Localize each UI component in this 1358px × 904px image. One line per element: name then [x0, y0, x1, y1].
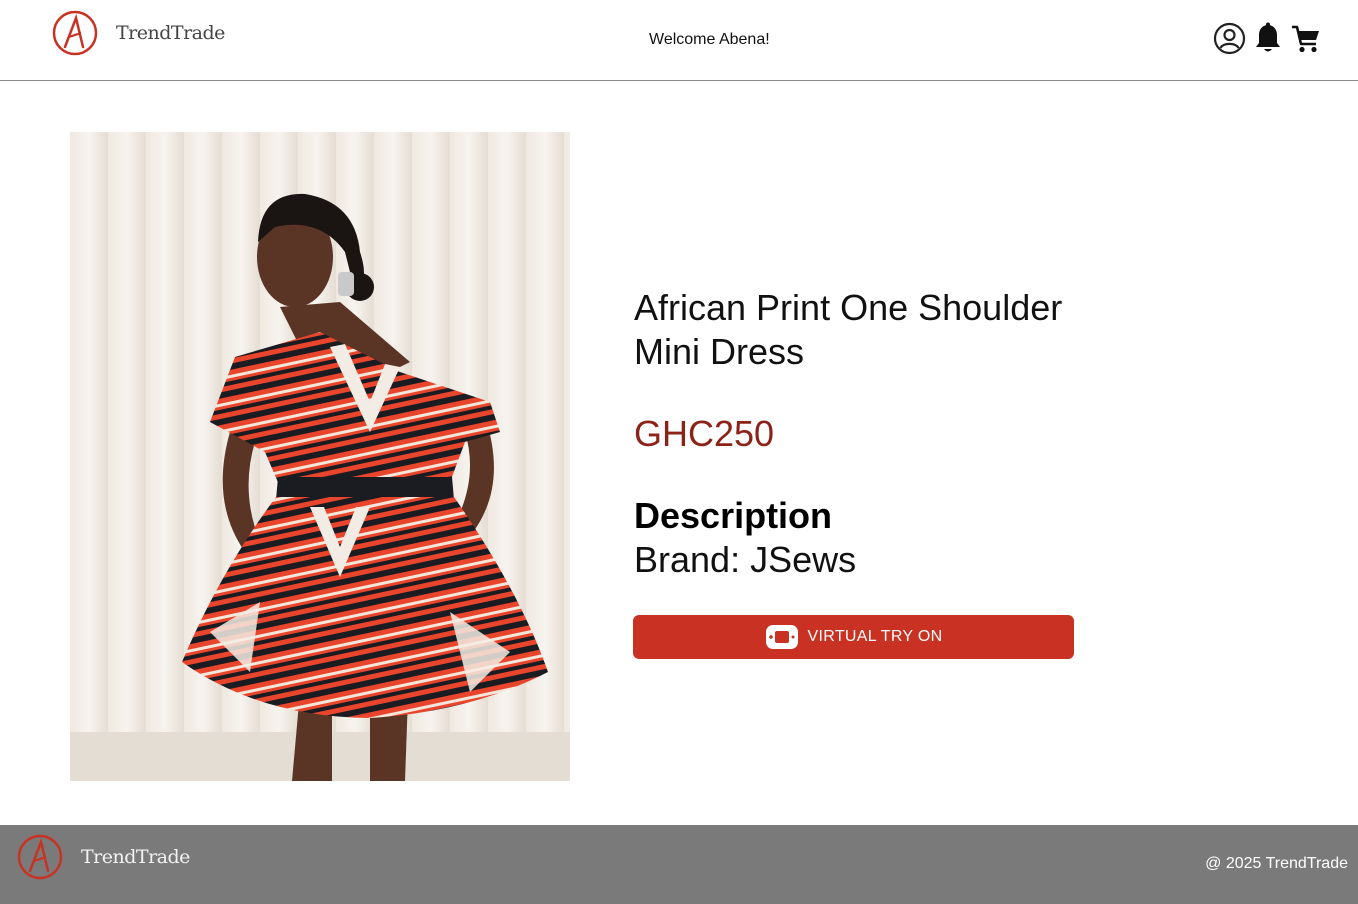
page-footer: TrendTrade @ 2025 TrendTrade: [0, 825, 1358, 904]
product-title: African Print One Shoulder Mini Dress: [634, 287, 1063, 372]
logo-icon: [17, 834, 63, 880]
footer-logo-text: TrendTrade: [81, 846, 190, 868]
bell-icon[interactable]: [1254, 22, 1282, 55]
brand-logo[interactable]: TrendTrade: [50, 9, 225, 57]
product-photo: [70, 132, 570, 781]
virtual-try-on-button[interactable]: VIRTUAL TRY ON: [633, 615, 1074, 659]
vr-headset-icon: [765, 625, 798, 649]
cart-icon[interactable]: [1290, 23, 1322, 55]
copyright-text: @ 2025 TrendTrade: [1205, 855, 1348, 872]
description-heading: Description: [634, 495, 833, 536]
product-price: GHC250: [634, 413, 775, 454]
welcome-message: Welcome Abena!: [649, 31, 770, 48]
product-brand: Brand: JSews: [634, 539, 857, 580]
product-details: African Print One Shoulder Mini Dress GH…: [634, 286, 1094, 582]
virtual-try-on-label: VIRTUAL TRY ON: [807, 628, 943, 645]
logo-text: TrendTrade: [116, 22, 225, 44]
header-actions: [1213, 22, 1322, 55]
user-circle-icon[interactable]: [1213, 22, 1246, 55]
logo-icon: [52, 10, 98, 56]
footer-logo[interactable]: TrendTrade: [15, 833, 190, 881]
top-header: TrendTrade Welcome Abena!: [0, 0, 1358, 81]
product-image: [70, 132, 570, 781]
